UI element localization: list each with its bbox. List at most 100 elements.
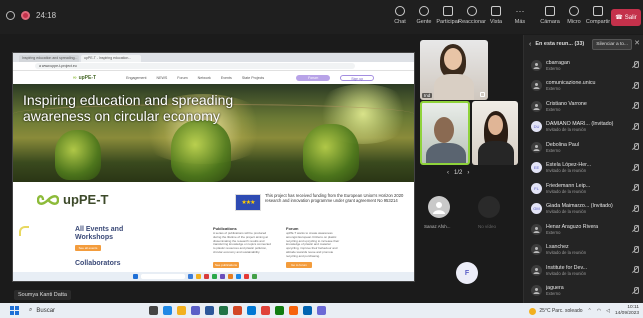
sun-icon — [529, 307, 537, 315]
browser-url-bar: a www.uppe-t-project.eu — [13, 62, 414, 71]
participant-item[interactable]: Lsanchez Invitado de la reunión — [524, 240, 643, 261]
brand-section: upPE-T ★★★ This project has received fun… — [13, 182, 414, 222]
powerpoint-icon[interactable] — [233, 306, 242, 315]
teams-icon[interactable] — [191, 306, 200, 315]
folder-icon[interactable] — [177, 306, 186, 315]
excel-icon[interactable] — [219, 306, 228, 315]
chat-button[interactable]: Chat — [388, 6, 412, 25]
participant-info: cbarragan Externo — [546, 60, 628, 71]
avatar — [531, 80, 542, 92]
avatar[interactable] — [428, 196, 450, 218]
participant-item[interactable]: comunicazione.unicu Externo — [524, 76, 643, 97]
participant-role: Externo — [546, 86, 561, 92]
chevron-left-icon[interactable]: ‹ — [529, 41, 531, 48]
search-icon: ⌕ — [29, 307, 33, 313]
close-icon[interactable]: ✕ — [634, 39, 640, 47]
mic-off-icon — [632, 225, 639, 232]
people-button[interactable]: Gente — [412, 6, 436, 25]
person-face — [444, 48, 462, 70]
video-tile-active-speaker[interactable] — [420, 101, 470, 165]
shield-icon[interactable] — [6, 11, 15, 20]
video-tile[interactable] — [472, 101, 518, 165]
avatar — [531, 141, 542, 153]
participant-info: Henar Araguzo Rivera Externo — [546, 224, 628, 235]
site-logo: ∞ upPE-T — [73, 74, 97, 81]
participant-role: Invitado de la reunión — [546, 250, 587, 256]
next-page-icon[interactable]: › — [467, 170, 469, 176]
participant-item[interactable]: Henar Araguzo Rivera Externo — [524, 219, 643, 240]
participant-role: Externo — [546, 291, 561, 297]
camera-button[interactable]: Cámara — [538, 6, 562, 25]
participant-item[interactable]: EE Estela López-Her... Invitado de la reun… — [524, 158, 643, 179]
app-icon — [212, 274, 217, 279]
previous-page-icon[interactable]: ‹ — [447, 170, 449, 176]
edge-icon[interactable] — [163, 306, 172, 315]
nav-pill-button: Sign up — [340, 74, 375, 81]
participant-info: Estela López-Her... Invitado de la reunió… — [546, 162, 628, 173]
participant-item[interactable]: Cristiano Varrone Externo — [524, 96, 643, 117]
hero-title: Inspiring education and spreading awaren… — [23, 92, 234, 124]
app-icon[interactable] — [317, 306, 326, 315]
app-icon[interactable] — [289, 306, 298, 315]
outlook-icon[interactable] — [247, 306, 256, 315]
chevron-up-icon[interactable]: ⌃ — [588, 308, 592, 314]
participant-item[interactable]: FL Friedemann Leip... Invitado de la reuni… — [524, 178, 643, 199]
clock[interactable]: 10:11 14/09/2023 — [615, 305, 639, 317]
share-button[interactable]: Compartir — [586, 6, 610, 25]
app-icon — [252, 274, 257, 279]
system-tray: 25°C Parc. soleado ⌃ ◠ ◁ 10:11 14/09/202… — [529, 305, 639, 317]
video-tile[interactable]: Ind — [420, 40, 488, 100]
browser-tab: upPE-T - Inspiring education... — [81, 55, 141, 62]
recording-icon — [21, 11, 30, 20]
smile-icon — [467, 6, 477, 16]
avatar: FL — [531, 182, 542, 194]
more-button[interactable]: ··· Más — [508, 6, 532, 25]
nav-pill-button: Forum — [296, 74, 331, 81]
participant-item[interactable]: GM Giada Maimarzo... (Invitado) Invitado d… — [524, 199, 643, 220]
mic-icon — [480, 92, 485, 97]
mic-off-icon — [632, 143, 639, 150]
publications-button: See publications — [213, 262, 239, 268]
chrome-icon[interactable] — [261, 306, 270, 315]
participant-info: Debolina Paul Externo — [546, 142, 628, 153]
meeting-actions: Chat Gente Participar Reaccionar Vista ·… — [388, 6, 532, 25]
participant-item[interactable]: jaguera Externo — [524, 281, 643, 302]
chat-icon — [395, 6, 405, 16]
participant-item[interactable]: cbarragan Externo — [524, 55, 643, 76]
app-icon[interactable] — [275, 306, 284, 315]
avatar[interactable] — [478, 196, 500, 218]
weather-widget[interactable]: 25°C Parc. soleado — [529, 307, 583, 315]
mute-all-button[interactable]: Silenciar a to... — [592, 38, 632, 50]
participant-list: cbarragan Externo comunicazione.unicu Exter… — [524, 55, 643, 301]
mic-button[interactable]: Micro — [562, 6, 586, 25]
avatar: EE — [531, 162, 542, 174]
forum-body: upPE-T wants to create awareness amongst… — [286, 231, 340, 258]
forum-button: Go to forum — [286, 262, 312, 268]
people-icon — [419, 6, 429, 16]
participant-role: Externo — [546, 147, 561, 153]
taskbar-search[interactable]: ⌕ Buscar — [29, 307, 139, 314]
view-icon — [491, 6, 501, 16]
participant-role: Invitado de la reunión — [546, 270, 587, 276]
avatar[interactable]: F — [456, 262, 478, 284]
avatar — [531, 223, 542, 235]
participant-info: Institute for Dev... Invitado de la reuni… — [546, 265, 628, 276]
participant-item[interactable]: Debolina Paul Externo — [524, 137, 643, 158]
task-view-icon[interactable] — [149, 306, 158, 315]
volume-icon[interactable]: ◁ — [606, 308, 610, 314]
windows-taskbar: ⌕ Buscar 25°C Parc. soleado ⌃ ◠ ◁ 10:11 … — [0, 303, 643, 318]
person-body — [426, 143, 466, 163]
leave-button[interactable]: ☎ Salir — [611, 9, 641, 26]
word-icon[interactable] — [205, 306, 214, 315]
participant-item[interactable]: Institute for Dev... Invitado de la reuni… — [524, 260, 643, 281]
wifi-icon[interactable]: ◠ — [597, 308, 601, 314]
search-placeholder: Buscar — [36, 307, 56, 314]
view-button[interactable]: Vista — [484, 6, 508, 25]
hero-banner: Inspiring education and spreading awaren… — [13, 84, 414, 182]
participant-item[interactable]: DU DAMIANO MARI... (Invitado) Invitado de … — [524, 117, 643, 138]
app-icon[interactable] — [303, 306, 312, 315]
windows-start-icon[interactable] — [10, 306, 19, 315]
raise-hand-button[interactable]: Participar — [436, 6, 460, 25]
react-button[interactable]: Reaccionar — [458, 6, 486, 25]
raise-hand-label: Participar — [436, 19, 460, 25]
